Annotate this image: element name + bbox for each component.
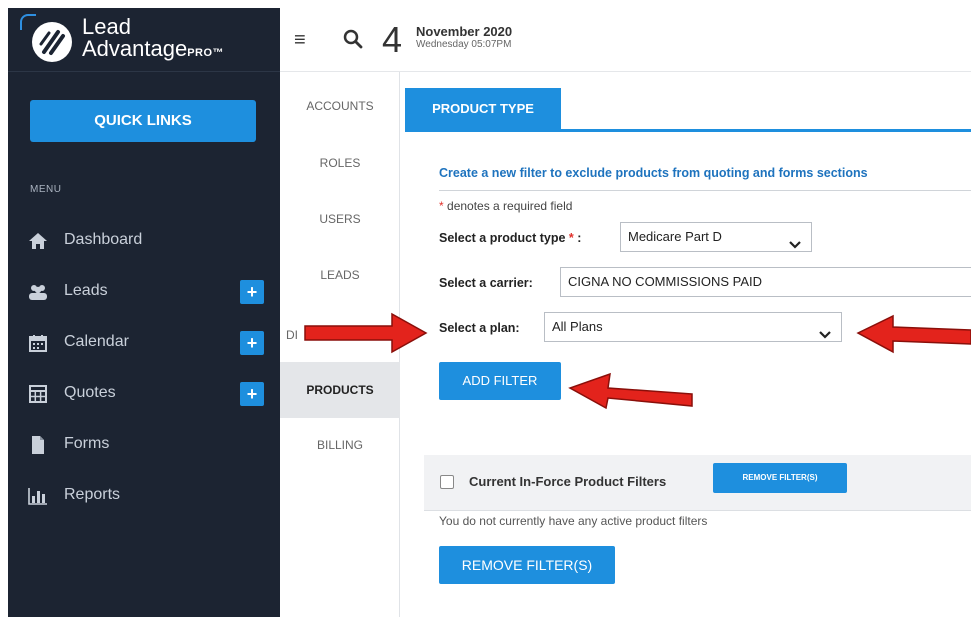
hamburger-menu-icon[interactable]: ≡ [294, 30, 306, 50]
intro-text: Create a new filter to exclude products … [439, 166, 868, 180]
logo-icon[interactable] [32, 22, 72, 62]
date-month-year: November 2020 [416, 24, 513, 39]
date-day: 4 [382, 19, 403, 60]
sidebar-item-leads[interactable]: Leads + [28, 276, 268, 306]
sidebar-item-label: Reports [64, 486, 121, 503]
plan-label: Select a plan: [439, 321, 520, 335]
sidebar-item-label: Quotes [64, 384, 116, 401]
remove-filters-small-button[interactable]: REMOVE FILTER(S) [713, 463, 847, 493]
subnav-item-users[interactable]: USERS [280, 204, 400, 234]
sidebar-item-label: Calendar [64, 333, 129, 350]
sidebar-item-label: Forms [64, 435, 110, 452]
subnav-item-accounts[interactable]: ACCOUNTS [280, 91, 400, 121]
subnav-item-products[interactable]: PRODUCTS [280, 362, 400, 418]
current-filters-title: Current In-Force Product Filters [469, 474, 667, 489]
add-filter-button[interactable]: ADD FILTER [439, 362, 561, 400]
carrier-field[interactable]: CIGNA NO COMMISSIONS PAID [560, 267, 971, 297]
sidebar: Lead AdvantagePRO™ QUICK LINKS MENU Dash… [8, 8, 280, 617]
date-weekday-time: Wednesday 05:07PM [416, 39, 512, 50]
no-filters-message: You do not currently have any active pro… [439, 514, 708, 528]
tab-underline [405, 129, 971, 132]
product-type-label-text: Select a product type [439, 231, 566, 245]
plan-value: All Plans [552, 319, 603, 334]
chevron-down-icon [819, 322, 831, 339]
required-star: * [568, 231, 574, 245]
search-icon[interactable] [342, 28, 364, 50]
subnav-item-billing[interactable]: BILLING [280, 430, 400, 460]
quick-links-button[interactable]: QUICK LINKS [30, 100, 256, 142]
brand-name: Advantage [82, 36, 188, 61]
add-quote-button[interactable]: + [240, 382, 264, 406]
annotation-arrow-left-addfilter [568, 372, 693, 410]
product-type-label: Select a product type * : [439, 231, 581, 245]
current-filters-bar: Current In-Force Product Filters REMOVE … [424, 455, 971, 511]
sidebar-item-quotes[interactable]: Quotes + [28, 378, 268, 408]
annotation-arrow-left [856, 314, 971, 354]
home-icon [28, 231, 48, 249]
sidebar-item-label: Dashboard [64, 231, 143, 248]
product-type-value: Medicare Part D [628, 229, 722, 244]
select-all-checkbox[interactable] [440, 475, 454, 489]
sidebar-item-forms[interactable]: Forms [28, 429, 268, 459]
annotation-arrow-right [304, 312, 428, 354]
plan-select[interactable]: All Plans [544, 312, 842, 342]
top-header: ≡ 4 November 2020 Wednesday 05:07PM [280, 8, 971, 72]
tab-product-type[interactable]: PRODUCT TYPE [405, 88, 561, 130]
sidebar-item-dashboard[interactable]: Dashboard [28, 225, 268, 255]
users-icon [28, 282, 48, 300]
subnav-item-leads[interactable]: LEADS [280, 260, 400, 290]
sidebar-item-reports[interactable]: Reports [28, 480, 268, 510]
divider [439, 190, 971, 191]
logo-bar: Lead AdvantagePRO™ [8, 8, 280, 72]
calculator-icon [28, 384, 48, 403]
required-star: * [439, 199, 444, 213]
product-type-select[interactable]: Medicare Part D [620, 222, 812, 252]
calendar-icon [28, 333, 48, 352]
app-root: { "brand": { "line1": "Lead", "line2": "… [0, 0, 971, 617]
required-note: * denotes a required field [439, 199, 572, 213]
brand-line2: AdvantagePRO™ [82, 37, 224, 65]
menu-label: MENU [30, 184, 62, 195]
required-note-text: denotes a required field [447, 199, 573, 213]
bar-chart-icon [28, 486, 48, 505]
carrier-value: CIGNA NO COMMISSIONS PAID [568, 274, 763, 289]
add-lead-button[interactable]: + [240, 280, 264, 304]
product-type-label-colon: : [577, 231, 582, 245]
document-icon [28, 435, 48, 454]
chevron-down-icon [789, 232, 801, 249]
sidebar-item-label: Leads [64, 282, 108, 299]
remove-filters-button[interactable]: REMOVE FILTER(S) [439, 546, 615, 584]
subnav-item-roles[interactable]: ROLES [280, 148, 400, 178]
carrier-label: Select a carrier: [439, 276, 533, 290]
brand-pro: PRO™ [187, 47, 225, 59]
